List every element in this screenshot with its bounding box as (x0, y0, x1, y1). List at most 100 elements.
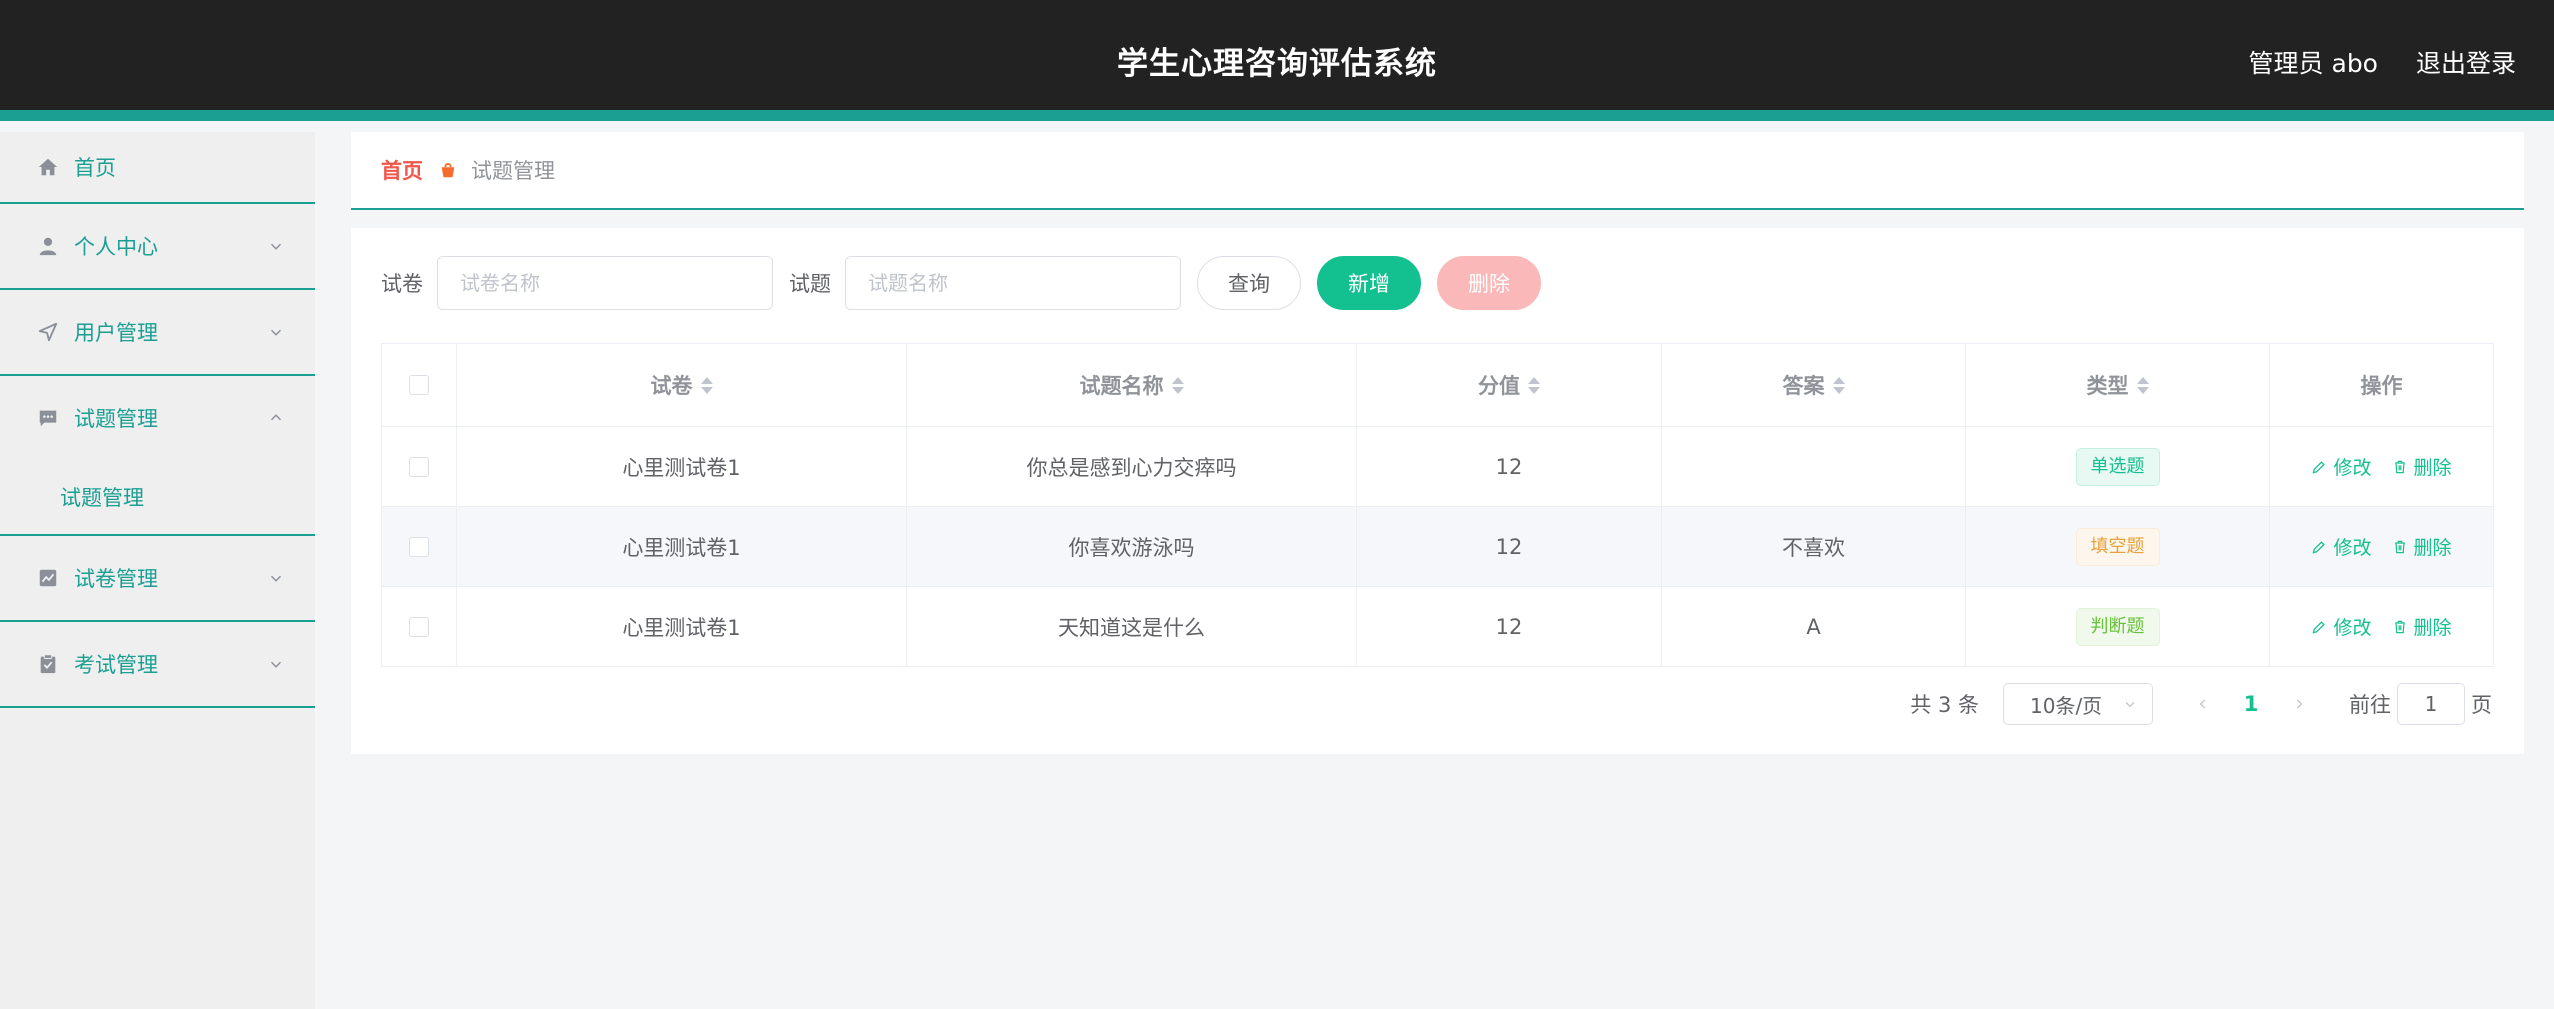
chevron-down-icon (270, 575, 282, 582)
select-all-checkbox[interactable] (409, 375, 429, 395)
chevron-down-icon (270, 243, 282, 250)
edit-icon (2313, 460, 2326, 473)
column-header-paper[interactable]: 试卷 (457, 344, 907, 426)
table-row: 心里测试卷1 你喜欢游泳吗 12 不喜欢 填空题 修改 删除 (382, 507, 2493, 587)
sidebar-item-label: 试卷管理 (74, 567, 158, 591)
current-user-label[interactable]: 管理员 abo (2249, 44, 2378, 80)
delete-button[interactable]: 删除 (2392, 613, 2452, 640)
edit-icon (2313, 540, 2326, 553)
sort-icon[interactable] (1832, 376, 1845, 394)
sort-icon[interactable] (700, 376, 713, 394)
edit-button[interactable]: 修改 (2311, 613, 2372, 640)
chevron-left-icon (2199, 699, 2206, 709)
sidebar-item-users[interactable]: 用户管理 (0, 290, 315, 376)
trash-icon (2394, 460, 2405, 473)
breadcrumb-separator-icon (439, 161, 457, 179)
cell-paper: 心里测试卷1 (457, 427, 907, 506)
row-checkbox[interactable] (409, 616, 429, 637)
cell-answer: A (1662, 587, 1966, 666)
sort-icon[interactable] (2136, 376, 2149, 394)
chat-icon (36, 406, 60, 430)
user-area: 管理员 abo 退出登录 (2249, 44, 2516, 80)
row-checkbox[interactable] (409, 456, 429, 477)
sidebar-item-profile[interactable]: 个人中心 (0, 204, 315, 290)
edit-button[interactable]: 修改 (2311, 453, 2372, 480)
sidebar-item-papers[interactable]: 试卷管理 (0, 536, 315, 622)
clipboard-icon (36, 652, 60, 676)
page-size-select[interactable]: 10条/页 (2003, 683, 2153, 725)
app-title: 学生心理咨询评估系统 (1117, 46, 1437, 82)
questions-table: 试卷 试题名称 分值 答案 类型 操作 心里测试卷1 你总是感到心力交瘁吗 12… (381, 343, 2494, 667)
edit-button[interactable]: 修改 (2311, 533, 2372, 560)
chevron-down-icon (2125, 701, 2135, 708)
cell-paper: 心里测试卷1 (457, 507, 907, 586)
sidebar-item-label: 个人中心 (74, 235, 158, 259)
cell-score: 12 (1357, 587, 1662, 666)
chevron-down-icon (270, 329, 282, 336)
cell-answer (1662, 427, 1966, 506)
column-header-score[interactable]: 分值 (1357, 344, 1662, 426)
column-header-answer[interactable]: 答案 (1662, 344, 1966, 426)
cell-answer: 不喜欢 (1662, 507, 1966, 586)
pagination: 共 3 条 10条/页 1 前往 页 (1910, 682, 2492, 726)
cell-score: 12 (1357, 427, 1662, 506)
sort-icon[interactable] (1528, 376, 1540, 394)
column-header-type[interactable]: 类型 (1966, 344, 2270, 426)
cell-question: 你喜欢游泳吗 (907, 507, 1357, 586)
paper-search-input[interactable] (437, 256, 773, 310)
type-tag: 填空题 (2075, 527, 2160, 566)
edit-icon (2313, 620, 2326, 633)
sidebar-item-questions[interactable]: 试题管理 (0, 376, 315, 460)
table-header-row: 试卷 试题名称 分值 答案 类型 操作 (382, 344, 2493, 427)
breadcrumb-current: 试题管理 (471, 159, 555, 183)
sidebar-item-exams[interactable]: 考试管理 (0, 622, 315, 708)
row-checkbox[interactable] (409, 536, 429, 557)
pagination-total: 共 3 条 (1910, 693, 1979, 717)
main-content-card: 试卷 试题 查询 新增 删除 试卷 试题名称 分值 答案 类型 操作 心里测试卷… (351, 228, 2524, 754)
logout-button[interactable]: 退出登录 (2416, 44, 2516, 80)
page-jumper: 前往 页 (2349, 683, 2492, 725)
cell-question: 天知道这是什么 (907, 587, 1357, 666)
sidebar-subitem-question-management[interactable]: 试题管理 (0, 460, 315, 536)
top-header: 学生心理咨询评估系统 管理员 abo 退出登录 (0, 0, 2554, 121)
next-page-button[interactable] (2279, 696, 2319, 712)
prev-page-button[interactable] (2183, 696, 2223, 712)
header-accent-bar (0, 110, 2554, 121)
delete-button[interactable]: 删除 (2392, 453, 2452, 480)
trash-icon (2394, 540, 2405, 553)
chevron-right-icon (2296, 699, 2303, 709)
breadcrumb-home-link[interactable]: 首页 (381, 155, 423, 185)
batch-delete-button[interactable]: 删除 (1437, 256, 1541, 310)
home-icon (36, 155, 60, 179)
type-tag: 单选题 (2075, 447, 2160, 486)
question-search-input[interactable] (845, 256, 1181, 310)
send-icon (36, 320, 60, 344)
question-search-label: 试题 (789, 272, 831, 296)
table-row: 心里测试卷1 天知道这是什么 12 A 判断题 修改 删除 (382, 587, 2493, 666)
chevron-down-icon (270, 661, 282, 668)
sort-icon[interactable] (1171, 376, 1184, 394)
type-tag: 判断题 (2075, 607, 2160, 646)
cell-question: 你总是感到心力交瘁吗 (907, 427, 1357, 506)
column-header-actions: 操作 (2360, 374, 2403, 398)
column-header-question[interactable]: 试题名称 (907, 344, 1357, 426)
chevron-up-icon (270, 414, 282, 421)
page-jump-input[interactable] (2397, 683, 2465, 725)
cell-paper: 心里测试卷1 (457, 587, 907, 666)
sidebar-item-label: 试题管理 (74, 407, 158, 431)
trash-icon (2394, 620, 2405, 633)
query-button[interactable]: 查询 (1197, 256, 1301, 310)
table-row: 心里测试卷1 你总是感到心力交瘁吗 12 单选题 修改 删除 (382, 427, 2493, 507)
page-number[interactable]: 1 (2223, 692, 2279, 716)
delete-button[interactable]: 删除 (2392, 533, 2452, 560)
sidebar-item-label: 首页 (74, 156, 116, 180)
cell-score: 12 (1357, 507, 1662, 586)
user-icon (36, 234, 60, 258)
sidebar: 首页 个人中心 用户管理 试题管理 试题管理 试卷管理 考试管理 (0, 132, 315, 1009)
sidebar-item-label: 考试管理 (74, 653, 158, 677)
paper-search-label: 试卷 (381, 272, 423, 296)
sidebar-item-label: 用户管理 (74, 321, 158, 345)
add-button[interactable]: 新增 (1317, 256, 1421, 310)
sidebar-item-home[interactable]: 首页 (0, 132, 315, 204)
search-bar: 试卷 试题 查询 新增 删除 (381, 256, 1541, 310)
